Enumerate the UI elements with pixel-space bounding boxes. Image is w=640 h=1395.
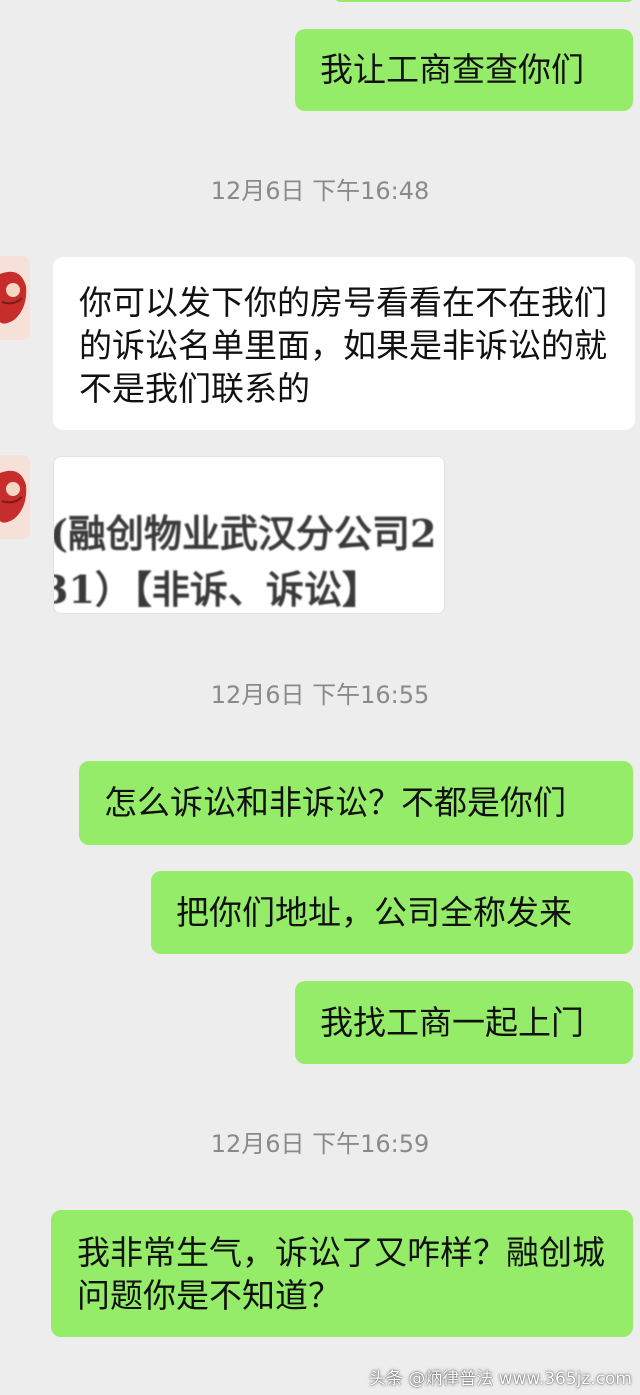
previous-message-bubble xyxy=(335,0,633,2)
message-bubble-received[interactable]: 你可以发下你的房号看看在不在我们的诉讼名单里面，如果是非诉讼的就不是我们联系的 xyxy=(53,257,635,430)
message-bubble-sent[interactable]: 我非常生气，诉讼了又咋样？融创城问题你是不知道？ xyxy=(51,1210,633,1337)
message-bubble-sent[interactable]: 把你们地址，公司全称发来 xyxy=(151,871,633,954)
message-text: 我找工商一起上门 xyxy=(320,1003,584,1042)
message-text: 你可以发下你的房号看看在不在我们的诉讼名单里面，如果是非诉讼的就不是我们联系的 xyxy=(79,283,607,408)
timestamp: 12月6日 下午16:59 xyxy=(210,1130,430,1158)
image-message[interactable]: (融创物业武汉分公司2 31）【非诉、诉讼】 xyxy=(53,456,445,614)
message-text: 把你们地址，公司全称发来 xyxy=(176,893,572,932)
contact-avatar-icon[interactable] xyxy=(0,256,30,340)
image-text-line: 31）【非诉、诉讼】 xyxy=(53,567,380,612)
timestamp: 12月6日 下午16:48 xyxy=(210,177,430,205)
image-text-line: (融创物业武汉分公司2 xyxy=(53,511,437,556)
message-text: 我让工商查查你们 xyxy=(320,50,584,89)
message-bubble-sent[interactable]: 我找工商一起上门 xyxy=(295,981,633,1064)
message-text: 怎么诉讼和非诉讼？不都是你们 xyxy=(104,783,566,822)
contact-avatar-icon[interactable] xyxy=(0,455,30,539)
message-bubble-sent[interactable]: 怎么诉讼和非诉讼？不都是你们 xyxy=(79,761,633,845)
message-text: 我非常生气，诉讼了又咋样？融创城问题你是不知道？ xyxy=(77,1233,605,1315)
watermark: 头条 @炳律普法 www.365jz.com xyxy=(368,1369,632,1389)
message-bubble-sent[interactable]: 我让工商查查你们 xyxy=(295,29,633,111)
timestamp: 12月6日 下午16:55 xyxy=(210,681,430,709)
